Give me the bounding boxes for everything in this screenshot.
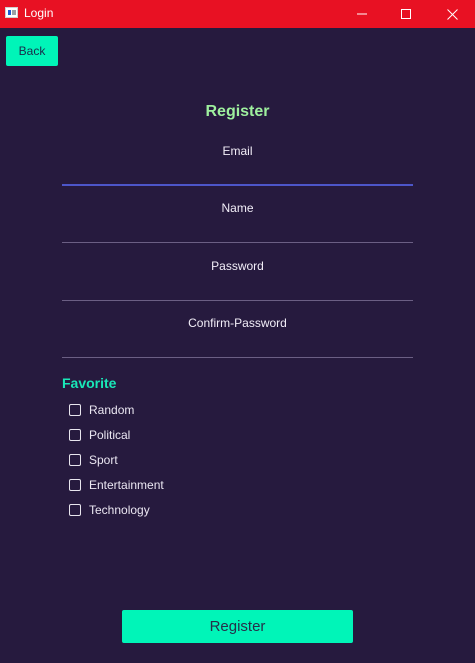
checkbox-label: Entertainment <box>89 478 164 492</box>
confirm-password-underline <box>62 357 413 358</box>
favorite-checkbox-technology[interactable]: Technology <box>69 502 150 518</box>
checkbox-label: Political <box>89 428 131 442</box>
confirm-password-label: Confirm-Password <box>188 316 287 330</box>
maximize-icon <box>401 9 411 19</box>
checkbox-label: Technology <box>89 503 150 517</box>
favorite-checkbox-political[interactable]: Political <box>69 427 130 443</box>
email-underline <box>62 184 413 186</box>
name-underline <box>62 242 413 243</box>
favorite-checkbox-entertainment[interactable]: Entertainment <box>69 477 164 493</box>
password-field[interactable]: Password <box>62 259 413 301</box>
favorite-checkbox-random[interactable]: Random <box>69 402 134 418</box>
password-underline <box>62 300 413 301</box>
window-title: Login <box>24 6 54 20</box>
confirm-password-field[interactable]: Confirm-Password <box>62 316 413 358</box>
minimize-icon <box>357 13 367 15</box>
login-window: Login Back Register Email Name Password <box>0 0 475 663</box>
checkbox-label: Random <box>89 403 135 417</box>
password-label: Password <box>211 259 264 273</box>
email-label: Email <box>222 144 253 158</box>
minimize-button[interactable] <box>340 0 384 28</box>
email-field[interactable]: Email <box>62 144 413 186</box>
checkbox-icon[interactable] <box>69 404 81 416</box>
back-button[interactable]: Back <box>6 36 58 66</box>
title-bar[interactable]: Login <box>0 0 475 28</box>
close-button[interactable] <box>430 0 474 28</box>
favorite-checkbox-sport[interactable]: Sport <box>69 452 118 468</box>
close-icon <box>446 8 458 20</box>
name-field[interactable]: Name <box>62 201 413 243</box>
checkbox-icon[interactable] <box>69 454 81 466</box>
name-label: Name <box>221 201 254 215</box>
favorite-heading: Favorite <box>62 375 117 391</box>
checkbox-icon[interactable] <box>69 429 81 441</box>
checkbox-icon[interactable] <box>69 479 81 491</box>
form-title: Register <box>205 103 270 120</box>
checkbox-label: Sport <box>89 453 118 467</box>
maximize-button[interactable] <box>384 0 428 28</box>
register-button[interactable]: Register <box>122 610 353 643</box>
checkbox-icon[interactable] <box>69 504 81 516</box>
app-icon <box>5 7 18 18</box>
